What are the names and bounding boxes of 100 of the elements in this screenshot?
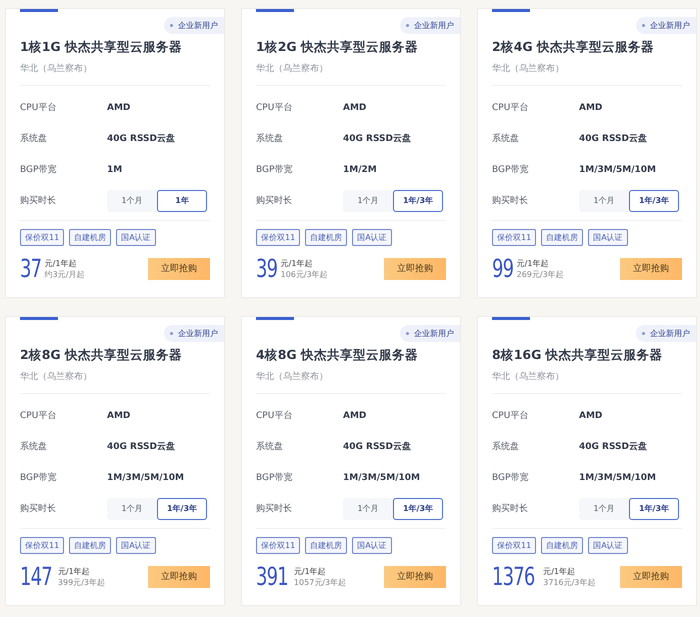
duration-option[interactable]: 1年/3年 — [157, 498, 207, 520]
spec-value: 40G RSSD云盘 — [579, 132, 648, 145]
dot-icon — [170, 332, 173, 335]
accent-bar — [20, 317, 58, 320]
buy-button[interactable]: 立即抢购 — [384, 258, 446, 280]
spec-label: 系统盘 — [492, 440, 520, 453]
feature-tag: 保价双11 — [492, 229, 536, 246]
price-amount: 39 — [256, 254, 278, 283]
spec-label: 系统盘 — [256, 132, 284, 145]
accent-bar — [256, 317, 294, 320]
buy-button[interactable]: 立即抢购 — [148, 258, 210, 280]
spec-label: BGP带宽 — [20, 472, 58, 484]
product-title: 2核4G 快杰共享型云服务器 — [492, 39, 656, 56]
badge-label: 企业新用户 — [414, 328, 454, 339]
region-label: 华北（乌兰察布） — [256, 370, 329, 383]
spec-label: 购买时长 — [256, 502, 293, 515]
spec-label: 购买时长 — [20, 194, 57, 207]
duration-option[interactable]: 1年/3年 — [629, 498, 679, 520]
accent-bar — [256, 9, 294, 12]
dot-icon — [642, 24, 645, 27]
spec-label: BGP带宽 — [492, 472, 530, 484]
price-note: 399元/3年起 — [58, 576, 105, 588]
duration-option[interactable]: 1年/3年 — [393, 498, 443, 520]
product-title: 8核16G 快杰共享型云服务器 — [492, 347, 664, 364]
spec-value: AMD — [343, 410, 366, 420]
duration-option[interactable]: 1个月 — [107, 190, 157, 212]
product-title: 1核2G 快杰共享型云服务器 — [256, 39, 420, 56]
spec-label: 购买时长 — [492, 502, 529, 515]
spec-value: 40G RSSD云盘 — [107, 440, 176, 453]
spec-label: CPU平台 — [256, 102, 294, 114]
badge-label: 企业新用户 — [414, 20, 454, 31]
duration-option[interactable]: 1个月 — [579, 498, 629, 520]
spec-value: AMD — [107, 410, 130, 420]
feature-tag: 自建机房 — [541, 537, 584, 554]
region-label: 华北（乌兰察布） — [492, 62, 565, 75]
badge-label: 企业新用户 — [650, 20, 690, 31]
region-label: 华北（乌兰察布） — [20, 370, 93, 383]
feature-tag: 国A认证 — [116, 229, 156, 246]
price-amount: 147 — [20, 562, 52, 591]
accent-bar — [20, 9, 58, 12]
price-note: 约3元/月起 — [44, 268, 84, 280]
spec-value: 1M — [107, 164, 122, 174]
buy-button[interactable]: 立即抢购 — [384, 566, 446, 588]
feature-tag: 自建机房 — [69, 537, 112, 554]
product-title: 4核8G 快杰共享型云服务器 — [256, 347, 420, 364]
feature-tag: 保价双11 — [256, 537, 300, 554]
feature-tag: 国A认证 — [352, 537, 392, 554]
spec-value: 40G RSSD云盘 — [343, 132, 412, 145]
duration-option[interactable]: 1年 — [157, 190, 207, 212]
duration-option[interactable]: 1年/3年 — [629, 190, 679, 212]
spec-value: 1M/3M/5M/10M — [343, 472, 420, 482]
price-amount: 391 — [256, 562, 288, 591]
buy-button[interactable]: 立即抢购 — [620, 566, 682, 588]
dot-icon — [642, 332, 645, 335]
spec-value: 1M/3M/5M/10M — [107, 472, 184, 482]
spec-label: 系统盘 — [20, 440, 48, 453]
spec-label: CPU平台 — [492, 102, 530, 114]
spec-label: BGP带宽 — [492, 164, 530, 176]
product-title: 2核8G 快杰共享型云服务器 — [20, 347, 184, 364]
spec-label: 购买时长 — [492, 194, 529, 207]
duration-option[interactable]: 1个月 — [579, 190, 629, 212]
spec-value: AMD — [107, 102, 130, 112]
feature-tag: 国A认证 — [116, 537, 156, 554]
spec-value: AMD — [579, 102, 602, 112]
region-label: 华北（乌兰察布） — [256, 62, 329, 75]
duration-option[interactable]: 1年/3年 — [393, 190, 443, 212]
feature-tag: 保价双11 — [20, 229, 64, 246]
feature-tag: 保价双11 — [256, 229, 300, 246]
spec-label: CPU平台 — [492, 410, 530, 422]
spec-label: CPU平台 — [20, 410, 58, 422]
spec-label: CPU平台 — [20, 102, 58, 114]
feature-tag: 自建机房 — [541, 229, 584, 246]
price-unit: 元/1年起 — [44, 258, 78, 268]
feature-tag: 自建机房 — [69, 229, 112, 246]
price-amount: 99 — [492, 254, 514, 283]
feature-tag: 国A认证 — [588, 229, 628, 246]
buy-button[interactable]: 立即抢购 — [620, 258, 682, 280]
spec-label: 系统盘 — [20, 132, 48, 145]
spec-label: CPU平台 — [256, 410, 294, 422]
feature-tag: 国A认证 — [588, 537, 628, 554]
spec-value: AMD — [579, 410, 602, 420]
badge-label: 企业新用户 — [650, 328, 690, 339]
duration-option[interactable]: 1个月 — [343, 190, 393, 212]
duration-option[interactable]: 1个月 — [343, 498, 393, 520]
price-note: 269元/3年起 — [516, 268, 564, 280]
spec-value: 1M/3M/5M/10M — [579, 164, 656, 174]
region-label: 华北（乌兰察布） — [492, 370, 565, 383]
price-amount: 1376 — [492, 562, 535, 591]
spec-label: BGP带宽 — [256, 164, 294, 176]
buy-button[interactable]: 立即抢购 — [148, 566, 210, 588]
price-note: 106元/3年起 — [280, 268, 328, 280]
spec-label: 系统盘 — [492, 132, 520, 145]
spec-value: 40G RSSD云盘 — [579, 440, 648, 453]
product-title: 1核1G 快杰共享型云服务器 — [20, 39, 184, 56]
feature-tag: 保价双11 — [20, 537, 64, 554]
price-unit: 元/1年起 — [294, 566, 327, 576]
price-unit: 元/1年起 — [543, 566, 576, 576]
feature-tag: 保价双11 — [492, 537, 536, 554]
spec-label: BGP带宽 — [256, 472, 294, 484]
duration-option[interactable]: 1个月 — [107, 498, 157, 520]
